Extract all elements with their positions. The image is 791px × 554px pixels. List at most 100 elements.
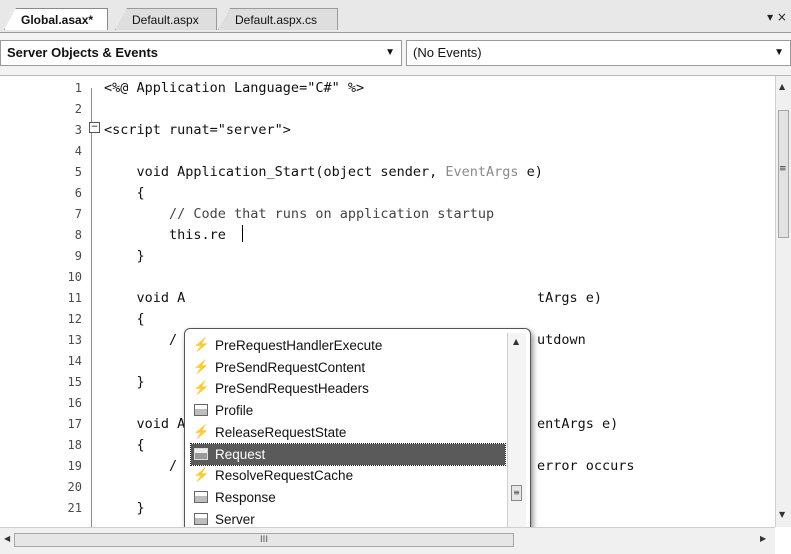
code-line: {	[104, 437, 145, 453]
chevron-down-icon: ▼	[385, 47, 395, 58]
completion-item-label: Server	[215, 511, 255, 527]
completion-item[interactable]: ⚡ ResolveRequestCache	[191, 465, 505, 486]
event-icon: ⚡	[193, 380, 210, 396]
line-number: 17	[67, 417, 82, 431]
scroll-down-icon[interactable]: ▼	[779, 510, 785, 519]
code-editor[interactable]: − 1 <%@ Application Language="C#" %> 2 3 <sc…	[0, 76, 775, 527]
line-number: 8	[74, 228, 82, 242]
line-number: 16	[67, 396, 82, 410]
line-number-gutter: 12	[0, 309, 88, 330]
type-name: EventArgs	[445, 164, 519, 180]
code-line: /	[104, 456, 177, 477]
line-number: 11	[67, 291, 82, 305]
completion-scrollbar[interactable]: ▲ ≡ ▼	[507, 333, 526, 527]
line-number-gutter: 8	[0, 225, 88, 246]
code-line-tail: tArgs e)	[537, 290, 603, 306]
completion-item[interactable]: ⚡ PreSendRequestContent	[191, 357, 505, 378]
chevron-down-icon: ▼	[774, 47, 784, 58]
code-line: this.re	[104, 227, 226, 243]
line-number-gutter: 13	[0, 330, 88, 351]
object-selector-dropdown[interactable]: Server Objects & Events ▼	[0, 40, 402, 66]
scroll-thumb[interactable]: III	[14, 533, 514, 547]
scroll-thumb[interactable]: ≡	[511, 485, 522, 501]
tab-default-aspx[interactable]: Default.aspx	[115, 8, 217, 30]
completion-item-label: Response	[215, 489, 276, 505]
scroll-left-icon[interactable]: ◀	[4, 534, 10, 543]
line-number-gutter: 9	[0, 246, 88, 267]
completion-item-label: Request	[215, 446, 266, 462]
completion-item-label: ResolveRequestCache	[215, 468, 354, 484]
horizontal-scrollbar[interactable]: ◀ III ▶	[0, 527, 775, 554]
line-number: 4	[74, 144, 82, 158]
tab-label: Global.asax*	[21, 13, 94, 27]
completion-item[interactable]: Request	[190, 442, 506, 466]
line-number-gutter: 11	[0, 288, 88, 309]
line-number-gutter: 10	[0, 267, 88, 288]
line-number: 21	[67, 501, 82, 515]
code-line: {	[104, 311, 145, 327]
vertical-scrollbar[interactable]: ▲ ≡ ▼	[775, 76, 791, 527]
tab-controls[interactable]: ▾ ×	[767, 10, 787, 24]
line-number-gutter: 19	[0, 456, 88, 477]
intellisense-popup[interactable]: ⚡ PreRequestHandlerExecute ⚡ PreSendRequest…	[184, 328, 531, 527]
code-line: <%@ Application Language="C#" %>	[104, 80, 365, 96]
line-number-gutter: 15	[0, 372, 88, 393]
line-number-gutter: 14	[0, 351, 88, 372]
event-icon: ⚡	[193, 423, 210, 439]
line-number: 2	[74, 102, 82, 116]
scroll-right-icon[interactable]: ▶	[760, 534, 766, 543]
event-icon: ⚡	[193, 358, 210, 374]
completion-item[interactable]: ⚡ PreSendRequestHeaders	[191, 378, 505, 399]
code-line: <script runat="server">	[104, 122, 291, 138]
tab-default-aspx-cs[interactable]: Default.aspx.cs	[218, 8, 338, 30]
tab-label: Default.aspx.cs	[235, 13, 318, 27]
line-number: 15	[67, 375, 82, 389]
line-number-gutter: 16	[0, 393, 88, 414]
line-number-gutter: 20	[0, 477, 88, 498]
property-icon	[193, 446, 209, 462]
navigation-bar: Server Objects & Events ▼ (No Events) ▼	[0, 33, 791, 76]
line-number: 20	[67, 480, 82, 494]
line-number: 6	[74, 186, 82, 200]
line-number: 12	[67, 312, 82, 326]
grip-icon: ≡	[779, 164, 787, 174]
code-text: /	[104, 458, 178, 474]
code-line: }	[104, 500, 145, 516]
scroll-thumb[interactable]	[778, 110, 789, 238]
code-line-tail: entArgs e)	[537, 416, 619, 432]
completion-item[interactable]: ⚡ PreRequestHandlerExecute	[191, 335, 505, 356]
line-number-gutter: 4	[0, 141, 88, 162]
line-number-gutter: 21	[0, 498, 88, 519]
code-line: void Application_Start(object sender, Ev…	[104, 162, 543, 183]
completion-item-label: PreRequestHandlerExecute	[215, 338, 383, 353]
scroll-up-icon[interactable]: ▲	[779, 82, 785, 91]
text-caret	[242, 225, 243, 242]
document-tab-strip: Global.asax* Default.aspx Default.aspx.c…	[0, 0, 791, 33]
code-line-tail: error occurs	[537, 458, 635, 474]
code-text: void A	[104, 416, 186, 432]
tab-global-asax[interactable]: Global.asax*	[4, 8, 108, 30]
completion-item[interactable]: ⚡ ReleaseRequestState	[191, 422, 505, 443]
completion-item-label: PreSendRequestContent	[215, 359, 366, 375]
event-selector-value: (No Events)	[413, 45, 482, 60]
code-line: /	[104, 330, 177, 351]
code-text: e)	[518, 164, 543, 180]
event-selector-dropdown[interactable]: (No Events) ▼	[406, 40, 791, 66]
line-number: 3	[74, 123, 82, 137]
completion-item-label: PreSendRequestHeaders	[215, 381, 369, 397]
scroll-up-icon[interactable]: ▲	[513, 337, 519, 346]
code-text: void A	[104, 290, 186, 306]
completion-item[interactable]: Response	[191, 487, 505, 508]
completion-item[interactable]: Server	[191, 509, 505, 527]
code-line: void A	[104, 414, 186, 435]
line-number: 10	[67, 270, 82, 284]
completion-item-label: ReleaseRequestState	[215, 424, 347, 440]
line-number-gutter: 18	[0, 435, 88, 456]
collapse-outline-icon[interactable]: −	[89, 122, 100, 133]
line-number-gutter: 3	[0, 120, 88, 141]
completion-item-label: Profile	[215, 403, 254, 419]
property-icon	[193, 402, 209, 418]
code-text: void Application_Start(object sender,	[104, 164, 446, 180]
code-line: // Code that runs on application startup	[104, 204, 494, 225]
completion-item[interactable]: Profile	[191, 400, 505, 421]
